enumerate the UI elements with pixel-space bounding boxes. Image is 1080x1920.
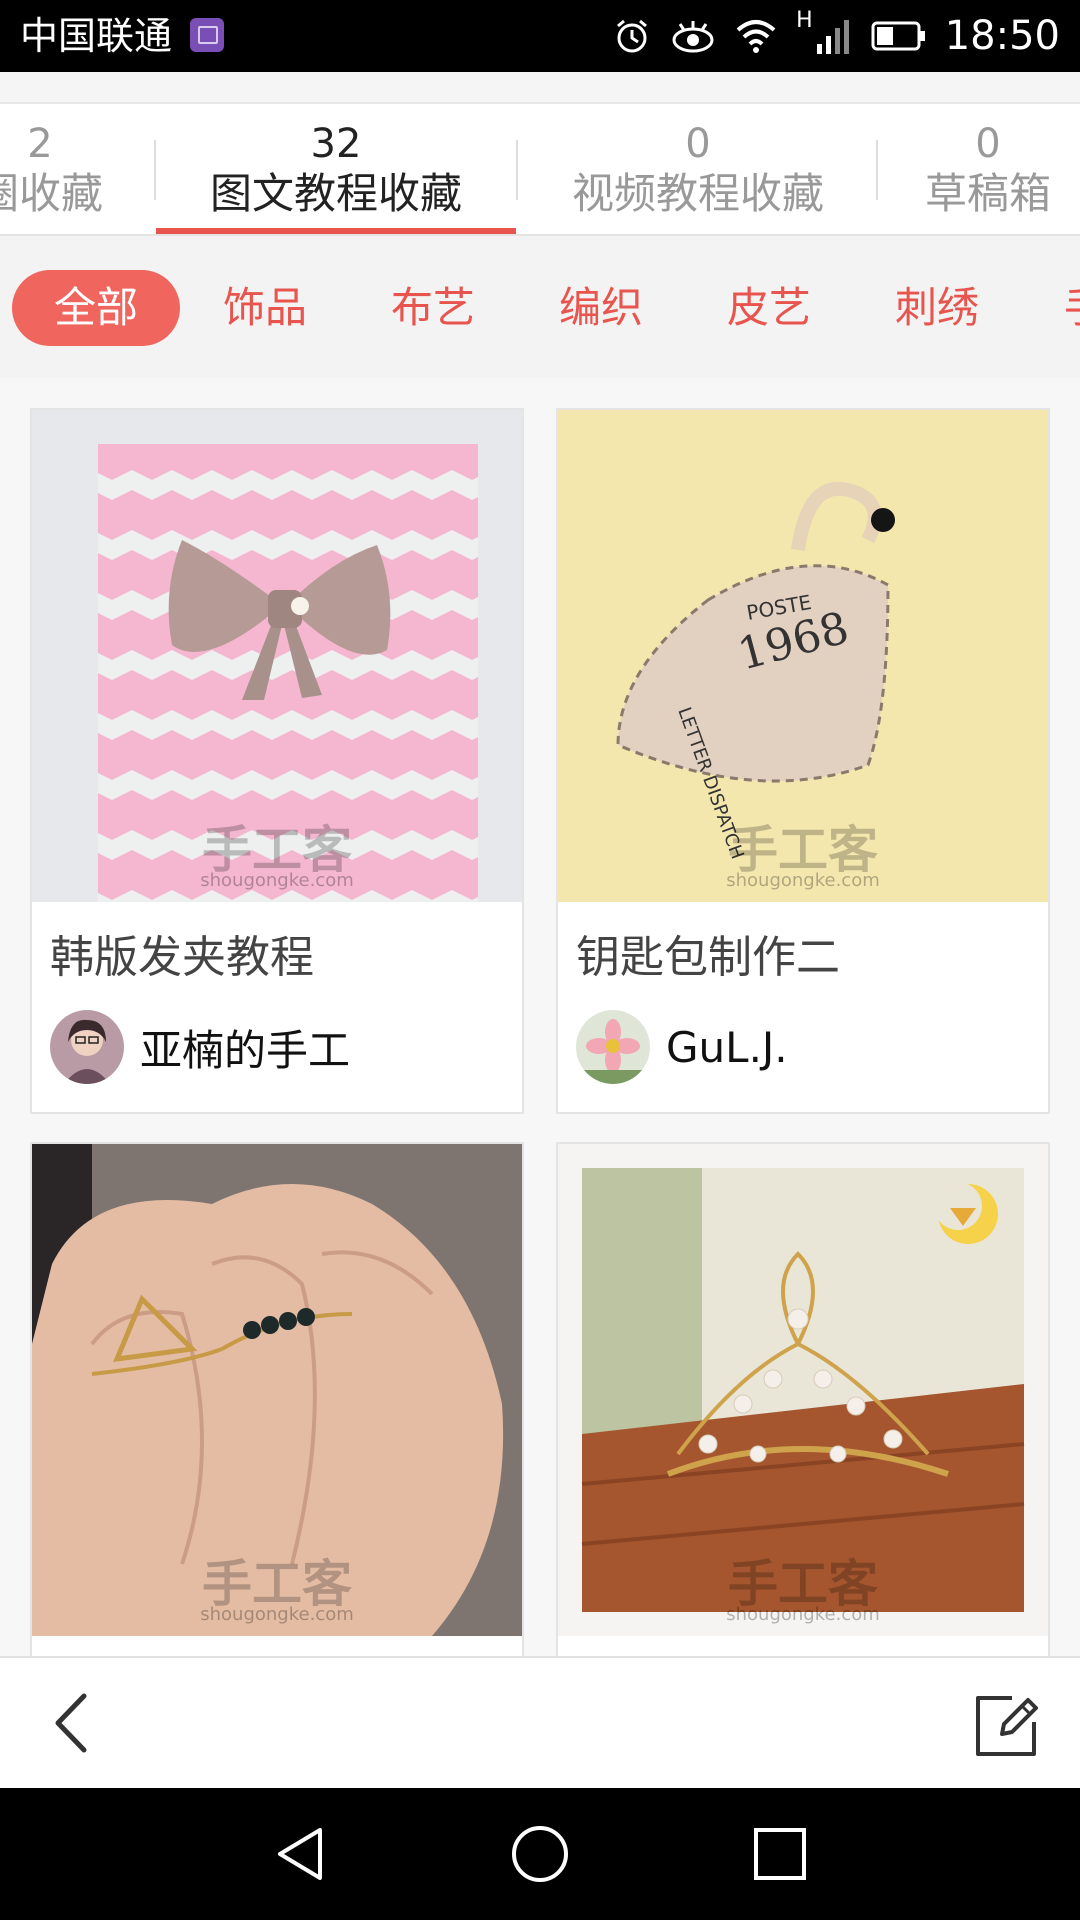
- avatar[interactable]: [50, 1010, 124, 1084]
- author-name: GuL.J.: [666, 1022, 788, 1072]
- category-chip-fabric[interactable]: 布艺: [368, 270, 498, 346]
- signal-icon: [816, 20, 849, 54]
- category-chip-knitting[interactable]: 编织: [536, 270, 666, 346]
- tutorial-grid: 手工客 shougongke.com 韩版发夹教程 亚楠的手工 1968 POS…: [0, 378, 1080, 1656]
- gallery-notification-icon: [190, 18, 224, 52]
- tutorial-thumbnail: 1968 POSTE LETTER DISPATCH 手工客 shougongk…: [558, 410, 1048, 902]
- tutorial-card[interactable]: 1968 POSTE LETTER DISPATCH 手工客 shougongk…: [556, 408, 1050, 1114]
- eye-icon: [672, 21, 714, 53]
- tutorial-thumbnail: 手工客 shougongke.com: [32, 410, 522, 902]
- carrier-name: 中国联通: [20, 14, 173, 58]
- edit-button[interactable]: [972, 1692, 1042, 1758]
- avatar[interactable]: [576, 1010, 650, 1084]
- nav-back-icon[interactable]: [270, 1824, 330, 1884]
- tab-video-tutorial-collection[interactable]: 0 视频教程收藏: [518, 104, 878, 234]
- tab-label: 草稿箱: [924, 169, 1051, 218]
- network-type-label: H: [796, 8, 813, 33]
- category-chip-embroidery[interactable]: 刺绣: [872, 270, 1002, 346]
- chevron-left-icon: [55, 1693, 87, 1753]
- tutorial-card[interactable]: 手工客 shougongke.com 韩版发夹教程 亚楠的手工: [30, 408, 524, 1114]
- tutorial-thumbnail: 手工客 shougongke.com: [32, 1144, 522, 1636]
- system-navigation-bar: [0, 1788, 1080, 1920]
- bottom-action-bar: [0, 1656, 1080, 1790]
- watermark-url: shougongke.com: [726, 870, 880, 891]
- author-row[interactable]: GuL.J.: [576, 1010, 788, 1084]
- battery-icon: [871, 21, 925, 51]
- tutorial-card[interactable]: 手工客 shougongke.com: [556, 1142, 1050, 1656]
- back-button[interactable]: [40, 1688, 110, 1758]
- status-bar: 中国联通 H 18:50: [0, 0, 1080, 72]
- tab-article-tutorial-collection[interactable]: 32 图文教程收藏: [156, 104, 516, 234]
- tab-count: 0: [685, 121, 711, 167]
- nav-recents-icon[interactable]: [750, 1824, 810, 1884]
- tab-count: 2: [27, 121, 53, 167]
- tutorial-thumbnail: 手工客 shougongke.com: [558, 1144, 1048, 1636]
- tutorial-title: 钥匙包制作二: [576, 932, 840, 983]
- edit-icon: [976, 1696, 1038, 1756]
- tab-count: 0: [975, 121, 1001, 167]
- category-chip-all[interactable]: 全部: [12, 270, 180, 346]
- wifi-icon: [736, 20, 776, 53]
- tutorial-card[interactable]: 手工客 shougongke.com: [30, 1142, 524, 1656]
- category-filter-bar: 全部 饰品 布艺 编织 皮艺 刺绣 手: [0, 236, 1080, 378]
- clock: 18:50: [944, 13, 1060, 59]
- author-row[interactable]: 亚楠的手工: [50, 1010, 350, 1084]
- watermark-url: shougongke.com: [726, 1604, 880, 1625]
- top-gap: [0, 72, 1080, 104]
- tab-circle-collection[interactable]: 2 圈收藏: [0, 104, 120, 234]
- author-name: 亚楠的手工: [140, 1025, 351, 1075]
- tab-label: 图文教程收藏: [209, 169, 462, 218]
- nav-home-icon[interactable]: [510, 1824, 570, 1884]
- tab-label: 视频教程收藏: [571, 169, 824, 218]
- category-chip-more[interactable]: 手: [1040, 270, 1080, 346]
- watermark-url: shougongke.com: [200, 870, 354, 891]
- alarm-icon: [617, 19, 648, 53]
- watermark-url: shougongke.com: [200, 1604, 354, 1625]
- category-chip-accessories[interactable]: 饰品: [200, 270, 330, 346]
- tutorial-title: 韩版发夹教程: [50, 932, 314, 983]
- category-chip-leather[interactable]: 皮艺: [704, 270, 834, 346]
- tab-drafts[interactable]: 0 草稿箱: [878, 104, 1080, 234]
- tab-label: 圈收藏: [0, 169, 103, 218]
- tab-count: 32: [310, 121, 362, 167]
- collection-tabs: 2 圈收藏 32 图文教程收藏 0 视频教程收藏 0 草稿箱: [0, 104, 1080, 234]
